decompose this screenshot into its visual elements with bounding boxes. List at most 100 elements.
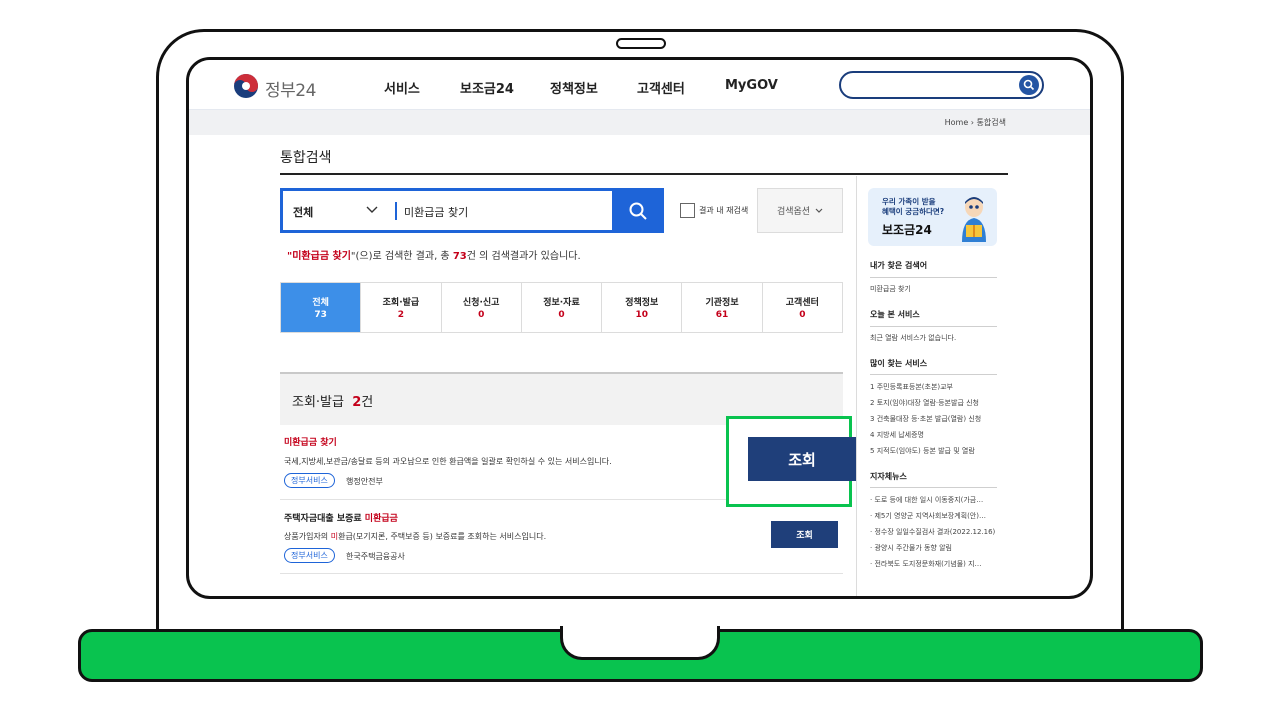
today-viewed-title: 오늘 본 서비스 [870,310,920,319]
search-cursor [395,202,397,220]
category-select[interactable]: 전체 [293,204,313,220]
result-tag: 정부서비스 [284,473,335,488]
person-with-gift-icon [962,197,986,242]
sidebar-rule [870,277,997,278]
tab-label: 조회·발급 [382,298,420,308]
news-item-label: 제5기 영양군 지역사회보장계획(안)… [874,512,986,520]
header-search-button[interactable] [1019,75,1039,95]
tab-policy[interactable]: 정책정보 10 [602,283,683,332]
chevron-down-icon [815,208,823,213]
result-org: 한국주택금융공사 [346,552,405,561]
search-within-checkbox[interactable] [680,203,695,218]
popular-item-label: 주민등록표등본(초본)교부 [876,383,953,391]
nav-subsidy24[interactable]: 보조금24 [460,78,514,97]
inquiry-button[interactable]: 조회 [771,521,838,548]
tab-label: 고객센터 [785,298,819,308]
nav-support[interactable]: 고객센터 [637,78,685,97]
search-box: 전체 미환급금 찾기 [280,188,664,233]
result-title[interactable]: 미환급금 찾기 [284,435,337,448]
inquiry-button-highlighted[interactable]: 조회 [748,437,856,481]
laptop-illustration: 정부24 서비스 보조금24 정책정보 고객센터 MyGOV Home › 통합… [0,0,1280,711]
site-header: 정부24 서비스 보조금24 정책정보 고객센터 MyGOV [189,60,1090,110]
breadcrumb-home[interactable]: Home [945,118,969,127]
result-title-highlight: 미환급금 [364,514,398,524]
news-item[interactable]: · 정수장 일일수질검사 결과(2022.12.16) [870,527,997,537]
result-title-highlight: 미환급금 찾기 [284,438,337,448]
sidebar-rule [870,326,997,327]
breadcrumb-path: Home › 통합검색 [945,117,1006,128]
tab-info[interactable]: 정보·자료 0 [521,283,603,332]
logo-text[interactable]: 정부24 [265,76,316,101]
tab-label: 기관정보 [705,298,739,308]
header-search-input[interactable] [839,71,1044,99]
category-tabs: 전체 73 조회·발급 2 신청·신고 0 정보·자료 0 정책정보 10 기관정보 61 … [280,282,843,333]
popular-item[interactable]: 1 주민등록표등본(초본)교부 [870,382,997,392]
popular-item[interactable]: 4 지방세 납세증명 [870,430,997,440]
section-title: 조회·발급 2건 [292,391,373,410]
rank-number: 5 [870,447,877,455]
government-logo-icon[interactable] [233,73,259,99]
desc-prefix: 상품가입자의 [284,532,331,541]
news-item-label: 정수장 일일수질검사 결과(2022.12.16) [874,528,996,536]
result-title[interactable]: 주택자금대출 보증료 미환급금 [284,511,398,524]
result-description: 국세,지방세,보관금/송달료 등의 과오납으로 인한 환급액을 일괄로 확인하실… [284,457,612,466]
nav-mygov[interactable]: MyGOV [725,78,778,93]
popular-item[interactable]: 3 건축물대장 등·초본 발급(열람) 신청 [870,414,997,424]
popular-item-label: 토지(임야)대장 열람·등본발급 신청 [876,399,979,407]
result-org: 행정안전부 [346,477,383,486]
tab-label: 신청·신고 [462,298,500,308]
news-item[interactable]: · 제5기 영양군 지역사회보장계획(안)… [870,511,997,521]
rank-number: 3 [870,415,877,423]
today-viewed-item: 최근 열람 서비스가 없습니다. [870,334,957,342]
news-item-label: 도로 등에 대한 일시 이동중지(가금… [874,496,984,504]
banner-line2: 혜택이 궁금하다면? [882,207,945,216]
desc-highlight: 미 [330,532,339,541]
summary-tail: 건 의 검색결과가 있습니다. [466,251,581,262]
title-divider [280,173,1008,175]
local-news-title: 지자체뉴스 [870,472,907,481]
result-item: 주택자금대출 보증료 미환급금 상품가입자의 미환급(모기지론, 주택보증 등)… [280,501,843,574]
sidebar-rule [870,487,997,488]
tab-count: 0 [478,310,485,320]
news-item[interactable]: · 전라북도 도지정문화재(기념물) 지… [870,559,997,569]
popular-item[interactable]: 5 지적도(임야도) 등본 발급 및 열람 [870,446,997,456]
recent-search-title: 내가 찾은 검색어 [870,261,928,270]
breadcrumb: Home › 통합검색 [189,110,1090,135]
result-tag: 정부서비스 [284,548,335,563]
browser-screen: 정부24 서비스 보조금24 정책정보 고객센터 MyGOV Home › 통합… [186,57,1093,599]
news-item[interactable]: · 도로 등에 대한 일시 이동중지(가금… [870,495,997,505]
popular-item-label: 지방세 납세증명 [876,431,924,439]
breadcrumb-current: 통합검색 [976,118,1006,127]
summary-mid: "(으)로 검색한 결과, 총 [350,251,453,262]
result-title-prefix: 주택자금대출 보증료 [284,514,365,524]
laptop-camera [616,38,666,49]
nav-services[interactable]: 서비스 [384,78,420,97]
summary-count: 73 [452,251,467,262]
tab-application[interactable]: 신청·신고 0 [441,283,522,332]
tab-inquiry[interactable]: 조회·발급 2 [361,283,442,332]
laptop-notch [560,626,720,660]
search-options-button[interactable]: 검색옵션 [757,188,843,233]
popular-item[interactable]: 2 토지(임야)대장 열람·등본발급 신청 [870,398,997,408]
rank-number: 2 [870,399,877,407]
tab-label: 전체 [312,298,329,308]
section-count: 2 [352,395,362,410]
tab-all[interactable]: 전체 73 [281,283,362,332]
tab-count: 73 [314,310,327,320]
desc-suffix: 환급(모기지론, 주택보증 등) 보증료를 조회하는 서비스입니다. [338,532,547,541]
result-description: 상품가입자의 미환급(모기지론, 주택보증 등) 보증료를 조회하는 서비스입니… [284,531,546,542]
tab-count: 2 [397,310,405,320]
nav-policy[interactable]: 정책정보 [550,78,598,97]
subsidy24-banner[interactable]: 우리 가족이 받을 혜택이 궁금하다면? 보조금24 [868,188,997,246]
chevron-down-icon[interactable] [365,204,379,216]
search-within-label: 결과 내 재검색 [699,206,749,215]
tab-agency[interactable]: 기관정보 61 [682,283,763,332]
tab-support[interactable]: 고객센터 0 [762,283,842,332]
news-item[interactable]: · 광양시 주간물가 동향 알림 [870,543,997,553]
search-options-label: 검색옵션 [776,207,811,217]
recent-search-item[interactable]: 미환급금 찾기 [870,284,997,294]
news-item-label: 광양시 주간물가 동향 알림 [874,544,952,552]
search-button[interactable] [612,188,664,233]
search-input[interactable]: 미환급금 찾기 [404,204,468,220]
news-item-label: 전라북도 도지정문화재(기념물) 지… [874,560,982,568]
